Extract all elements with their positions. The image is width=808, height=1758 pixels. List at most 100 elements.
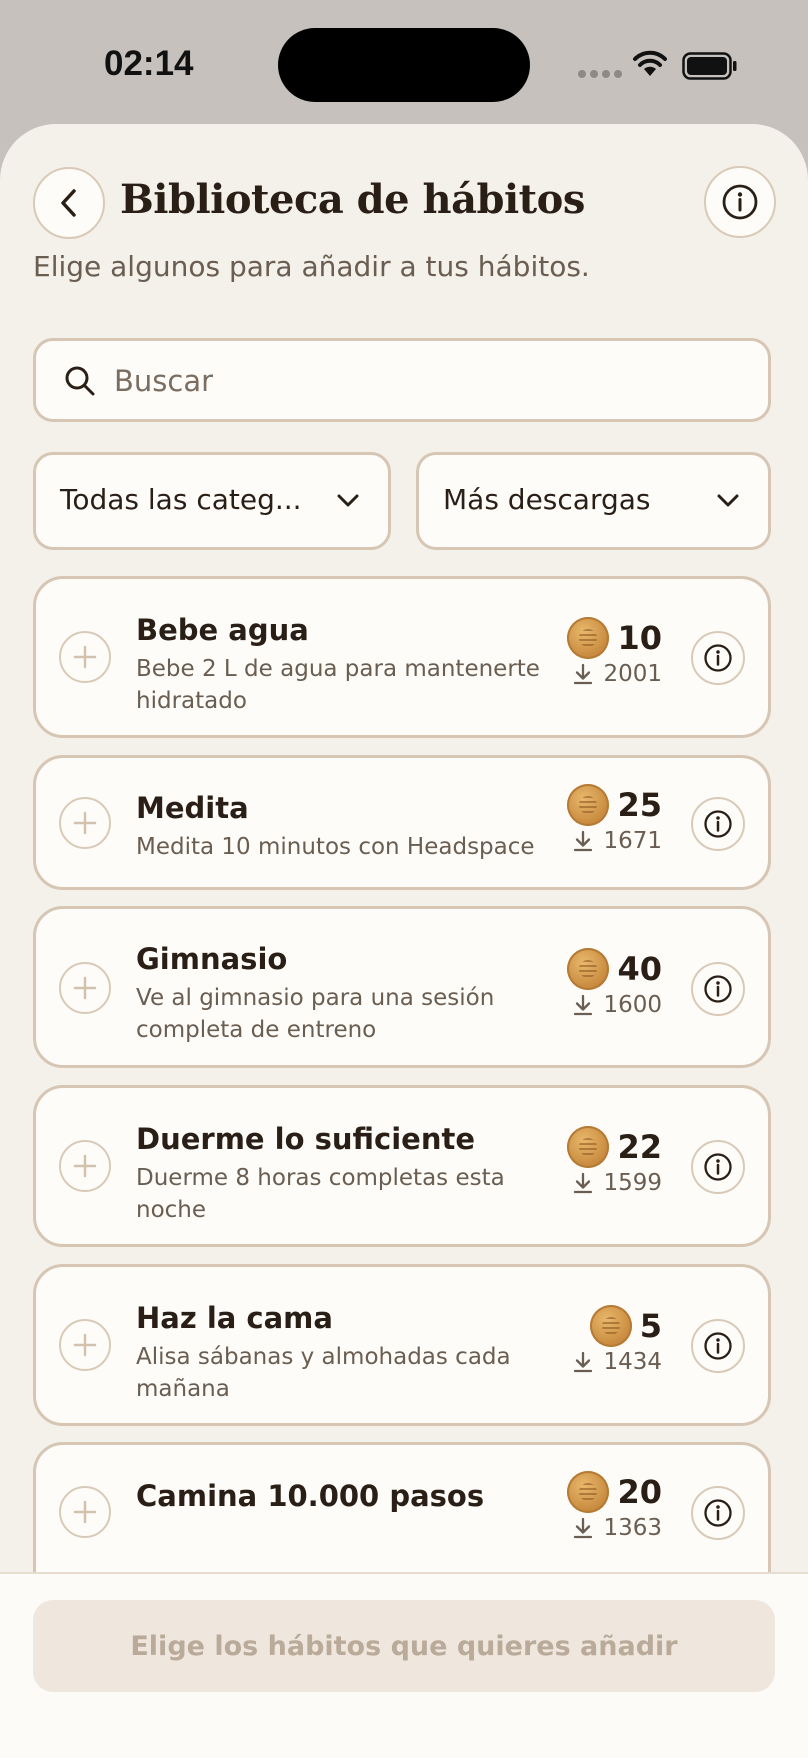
info-button[interactable] — [704, 166, 776, 238]
footer-bar: Elige los hábitos que quieres añadir — [0, 1572, 808, 1758]
chevron-down-icon — [337, 494, 359, 507]
habit-points-value: 5 — [639, 1307, 662, 1345]
download-icon — [574, 1517, 593, 1539]
battery-icon — [682, 52, 737, 80]
habit-downloads: 1600 — [573, 992, 662, 1018]
habit-card[interactable]: Duerme lo suficiente Duerme 8 horas comp… — [33, 1085, 771, 1247]
habit-info-button[interactable] — [691, 1140, 745, 1194]
sort-dropdown-label: Más descargas — [443, 483, 651, 516]
habit-downloads-value: 1363 — [603, 1515, 662, 1541]
habit-downloads-value: 1434 — [603, 1349, 662, 1375]
add-habits-button[interactable]: Elige los hábitos que quieres añadir — [33, 1600, 775, 1692]
download-icon — [574, 994, 593, 1016]
habit-points-value: 20 — [617, 1473, 662, 1511]
add-habit-button[interactable] — [59, 1140, 111, 1192]
coin-icon — [567, 617, 610, 659]
download-icon — [574, 1172, 593, 1194]
sort-dropdown[interactable]: Más descargas — [416, 452, 771, 550]
chevron-down-icon — [717, 494, 739, 507]
habit-card[interactable]: Haz la cama Alisa sábanas y almohadas ca… — [33, 1264, 771, 1426]
page-title: Biblioteca de hábitos — [120, 176, 585, 223]
back-button[interactable] — [33, 167, 105, 239]
add-habit-button[interactable] — [59, 631, 111, 683]
category-dropdown-label: Todas las categ... — [60, 483, 302, 516]
cellular-signal-icon — [578, 70, 622, 78]
habit-points: 5 — [589, 1305, 662, 1347]
habit-downloads: 2001 — [573, 661, 662, 687]
habit-description: Bebe 2 L de agua para mantenerte hidrata… — [136, 656, 540, 714]
add-habit-button[interactable] — [59, 962, 111, 1014]
habit-points: 40 — [567, 948, 662, 990]
dynamic-island — [278, 28, 530, 102]
category-dropdown[interactable]: Todas las categ... — [33, 452, 391, 550]
info-icon — [704, 810, 732, 838]
coin-icon — [567, 784, 610, 826]
habit-description: Medita 10 minutos con Headspace — [136, 834, 535, 860]
chevron-left-icon — [61, 189, 76, 217]
habit-info-button[interactable] — [691, 1319, 745, 1373]
plus-icon — [73, 811, 97, 835]
coin-icon — [567, 948, 610, 990]
info-icon — [704, 644, 732, 672]
coin-icon — [567, 1471, 610, 1513]
plus-icon — [73, 1333, 97, 1357]
plus-icon — [73, 976, 97, 1000]
habit-points: 10 — [567, 617, 662, 659]
download-icon — [574, 1351, 593, 1373]
habit-downloads-value: 1671 — [603, 828, 662, 854]
search-field[interactable] — [33, 338, 771, 422]
habit-info-button[interactable] — [691, 631, 745, 685]
habit-title: Medita — [136, 791, 249, 825]
habit-downloads: 1671 — [573, 828, 662, 854]
habit-library-sheet: Biblioteca de hábitos Elige algunos para… — [0, 124, 808, 1758]
habit-description: Alisa sábanas y almohadas cada mañana — [136, 1344, 511, 1402]
status-time: 02:14 — [104, 44, 194, 83]
habit-title: Duerme lo suficiente — [136, 1122, 476, 1156]
habit-card[interactable]: Bebe agua Bebe 2 L de agua para mantener… — [33, 576, 771, 738]
add-habit-button[interactable] — [59, 1486, 111, 1538]
plus-icon — [73, 1500, 97, 1524]
habit-downloads: 1434 — [573, 1349, 662, 1375]
search-input[interactable] — [112, 341, 756, 421]
habit-title: Haz la cama — [136, 1301, 333, 1335]
habit-downloads-value: 1600 — [603, 992, 662, 1018]
habit-title: Camina 10.000 pasos — [136, 1479, 485, 1513]
habit-points-value: 10 — [617, 619, 662, 657]
habit-downloads-value: 2001 — [603, 661, 662, 687]
coin-icon — [589, 1305, 632, 1347]
plus-icon — [73, 1154, 97, 1178]
habit-title: Gimnasio — [136, 942, 288, 976]
status-bar: 02:14 — [0, 0, 808, 130]
info-icon — [704, 1332, 732, 1360]
habit-points-value: 40 — [617, 950, 662, 988]
habit-info-button[interactable] — [691, 1486, 745, 1540]
habit-downloads: 1599 — [573, 1170, 662, 1196]
wifi-icon — [633, 50, 667, 76]
habit-description: Duerme 8 horas completas esta noche — [136, 1165, 505, 1223]
download-icon — [574, 830, 593, 852]
habit-description: Ve al gimnasio para una sesión completa … — [136, 985, 495, 1043]
habit-points: 20 — [567, 1471, 662, 1513]
add-habit-button[interactable] — [59, 797, 111, 849]
habit-card[interactable]: Gimnasio Ve al gimnasio para una sesión … — [33, 906, 771, 1068]
download-icon — [574, 663, 593, 685]
plus-icon — [73, 645, 97, 669]
page-subtitle: Elige algunos para añadir a tus hábitos. — [33, 250, 590, 283]
habit-points-value: 25 — [617, 786, 662, 824]
coin-icon — [567, 1126, 610, 1168]
info-icon — [722, 184, 758, 220]
info-icon — [704, 1499, 732, 1527]
info-icon — [704, 975, 732, 1003]
habit-downloads: 1363 — [573, 1515, 662, 1541]
habit-card[interactable]: Medita Medita 10 minutos con Headspace 2… — [33, 755, 771, 890]
habit-info-button[interactable] — [691, 962, 745, 1016]
habit-points: 22 — [567, 1126, 662, 1168]
habit-points-value: 22 — [617, 1128, 662, 1166]
habit-points: 25 — [567, 784, 662, 826]
habit-downloads-value: 1599 — [603, 1170, 662, 1196]
habit-info-button[interactable] — [691, 797, 745, 851]
info-icon — [704, 1153, 732, 1181]
habit-title: Bebe agua — [136, 613, 309, 647]
search-icon — [65, 366, 95, 396]
add-habit-button[interactable] — [59, 1319, 111, 1371]
